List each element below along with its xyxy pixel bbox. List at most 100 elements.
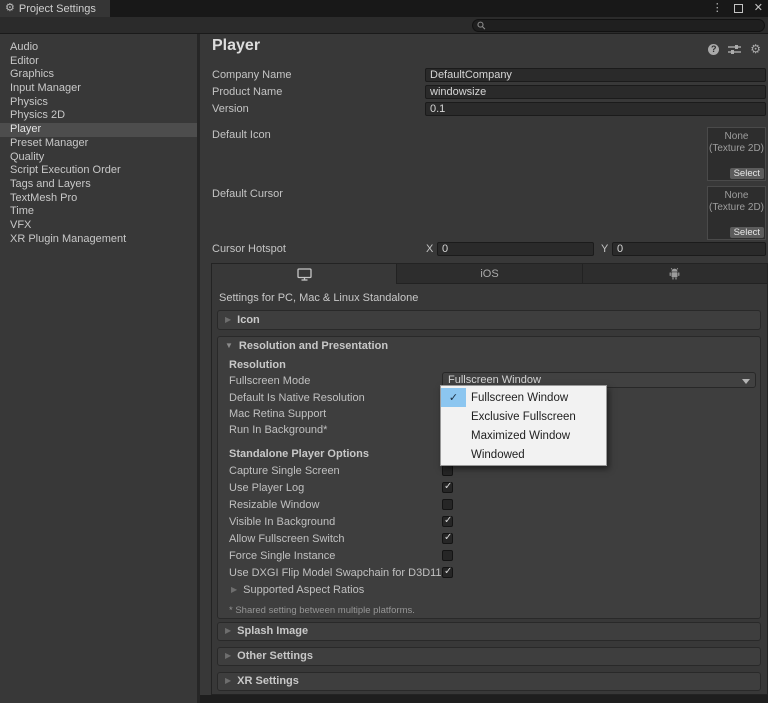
help-icon[interactable]: ? [708,43,720,55]
foldout-arrow-icon: ▶ [225,676,232,685]
window-bottom-edge [200,695,768,703]
foldout-arrow-icon: ▶ [225,626,232,635]
sidebar-item-physics-2d[interactable]: Physics 2D [0,109,197,123]
gear-icon[interactable]: ⚙ [750,43,761,55]
sidebar-item-physics[interactable]: Physics [0,96,197,110]
sidebar-item-xr-plugin-management[interactable]: XR Plugin Management [0,233,197,247]
tab-ios[interactable]: iOS [397,264,583,284]
maximize-icon[interactable] [733,4,743,13]
menu-item-exclusive-fullscreen[interactable]: Exclusive Fullscreen [441,407,606,426]
foldout-arrow-icon: ▶ [225,651,232,660]
product-name-label: Product Name [212,86,283,98]
product-name-field[interactable] [425,85,766,99]
cursor-hotspot-label: Cursor Hotspot [212,243,286,255]
resizable-window-checkbox[interactable] [442,499,453,510]
force-single-instance-checkbox[interactable] [442,550,453,561]
resolution-presentation-header[interactable]: ▼ Resolution and Presentation [218,337,760,352]
tab-android[interactable] [582,264,767,284]
default-icon-label: Default Icon [212,129,271,141]
fullscreen-mode-menu: Fullscreen Window Exclusive Fullscreen M… [440,385,607,466]
hotspot-x-label: X [426,243,434,255]
kebab-menu-icon[interactable]: ⋮ [712,3,723,14]
menu-item-windowed[interactable]: Windowed [441,445,606,464]
page-title: Player [212,37,261,54]
sidebar-item-graphics[interactable]: Graphics [0,68,197,82]
capture-single-screen-checkbox[interactable] [442,465,453,476]
section-other-settings[interactable]: ▶ Other Settings [217,647,761,666]
hotspot-x-field[interactable] [437,242,594,256]
android-robot-icon [669,267,680,280]
project-settings-tab[interactable]: ⚙ Project Settings [0,0,110,17]
default-cursor-select-button[interactable]: Select [729,227,764,238]
default-cursor-label: Default Cursor [212,188,283,200]
force-single-instance-label: Force Single Instance [229,550,336,562]
foldout-arrow-icon: ▼ [225,341,233,350]
menu-item-maximized-window[interactable]: Maximized Window [441,426,606,445]
search-icon [477,21,486,30]
desktop-monitor-icon [297,267,312,281]
settings-gear-icon: ⚙ [5,2,15,14]
sidebar-item-audio[interactable]: Audio [0,41,197,55]
menu-item-fullscreen-window[interactable]: Fullscreen Window [441,388,606,407]
sidebar-item-tags-and-layers[interactable]: Tags and Layers [0,178,197,192]
dxgi-flip-model-label: Use DXGI Flip Model Swapchain for D3D11 [229,567,442,579]
default-native-resolution-label: Default Is Native Resolution [229,392,365,404]
run-in-background-label: Run In Background* [229,424,328,436]
foldout-arrow-icon: ▶ [225,315,232,324]
sidebar-item-editor[interactable]: Editor [0,55,197,69]
hotspot-y-field[interactable] [612,242,766,256]
sidebar-item-script-execution-order[interactable]: Script Execution Order [0,164,197,178]
check-gutter [441,407,466,426]
use-player-log-checkbox[interactable] [442,481,453,493]
supported-aspect-ratios-foldout[interactable]: ▶ Supported Aspect Ratios [231,584,364,596]
sidebar-item-player[interactable]: Player [0,123,197,137]
sidebar-item-textmesh-pro[interactable]: TextMesh Pro [0,192,197,206]
allow-fullscreen-switch-label: Allow Fullscreen Switch [229,533,345,545]
search-box[interactable] [472,19,765,32]
check-gutter [441,426,466,445]
company-name-label: Company Name [212,69,292,81]
tab-standalone[interactable] [212,264,398,284]
version-field[interactable] [425,102,766,116]
resizable-window-label: Resizable Window [229,499,320,511]
toolbar [0,17,768,34]
default-cursor-object-field[interactable]: None (Texture 2D) Select [707,186,766,240]
standalone-player-options-header: Standalone Player Options [229,448,369,460]
allow-fullscreen-switch-checkbox[interactable] [442,532,453,544]
chevron-down-icon [742,379,750,384]
default-icon-object-field[interactable]: None (Texture 2D) Select [707,127,766,181]
section-resolution-presentation: ▼ Resolution and Presentation Resolution… [217,336,761,619]
mac-retina-support-label: Mac Retina Support [229,408,327,420]
sidebar-item-input-manager[interactable]: Input Manager [0,82,197,96]
sidebar-item-preset-manager[interactable]: Preset Manager [0,137,197,151]
default-icon-select-button[interactable]: Select [729,168,764,179]
visible-in-background-checkbox[interactable] [442,515,453,527]
player-settings-panel: Player ? ⚙ Company Name Product Name Ver… [200,34,768,703]
sidebar-item-quality[interactable]: Quality [0,151,197,165]
section-xr-settings[interactable]: ▶ XR Settings [217,672,761,691]
window-tabbar: ⚙ Project Settings ⋮ ✕ [0,0,768,17]
section-icon[interactable]: ▶ Icon [217,310,761,330]
check-gutter [441,445,466,464]
platform-settings-container: iOS Settings for PC, Mac & Linux Standal… [211,263,768,695]
preset-icon[interactable] [728,44,742,55]
company-name-field[interactable] [425,68,766,82]
platform-settings-heading: Settings for PC, Mac & Linux Standalone [219,292,419,304]
close-icon[interactable]: ✕ [754,3,763,14]
visible-in-background-label: Visible In Background [229,516,336,528]
sidebar-item-time[interactable]: Time [0,205,197,219]
capture-single-screen-label: Capture Single Screen [229,465,340,477]
window-tab-title: Project Settings [18,2,96,15]
resolution-subheader: Resolution [229,359,286,371]
check-icon [441,388,466,407]
fullscreen-mode-label: Fullscreen Mode [229,375,311,387]
search-input[interactable] [485,20,764,31]
sidebar-item-vfx[interactable]: VFX [0,219,197,233]
use-player-log-label: Use Player Log [229,482,305,494]
platform-tab-bar: iOS [212,264,767,284]
section-splash-image[interactable]: ▶ Splash Image [217,622,761,641]
settings-category-list: Audio Editor Graphics Input Manager Phys… [0,34,197,703]
version-label: Version [212,103,249,115]
hotspot-y-label: Y [601,243,609,255]
dxgi-flip-model-checkbox[interactable] [442,566,453,578]
